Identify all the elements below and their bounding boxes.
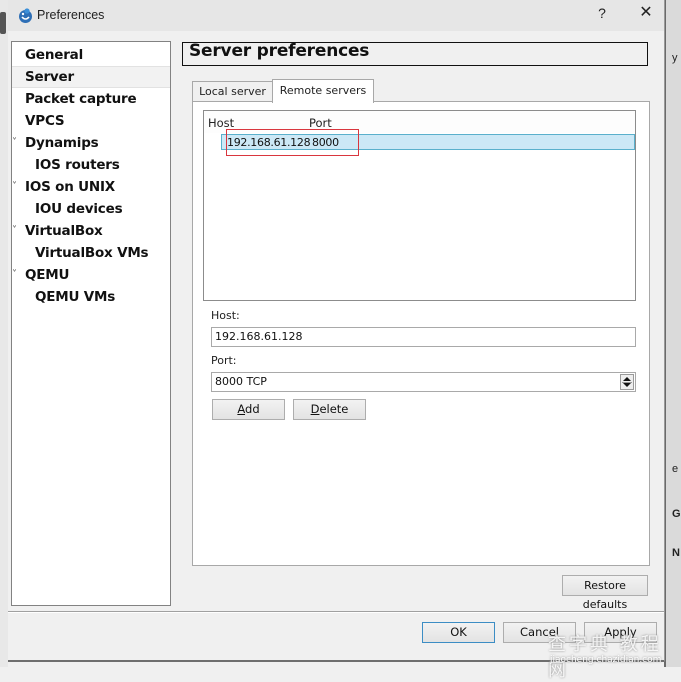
- chevron-down-icon[interactable]: ˅: [12, 132, 22, 154]
- sidebar-item-qemu[interactable]: ˅ QEMU: [12, 264, 170, 286]
- add-button[interactable]: Add: [212, 399, 285, 420]
- sidebar-item-label: General: [25, 47, 83, 63]
- sidebar-item-label: VirtualBox: [25, 223, 103, 239]
- add-mnemonic: A: [237, 402, 246, 416]
- restore-defaults-button[interactable]: Restore defaults: [562, 575, 648, 611]
- watermark-url: jiaocheng.chazidian.com: [550, 655, 662, 665]
- delete-button[interactable]: Delete: [293, 399, 366, 420]
- background-app-left-edge: [0, 0, 8, 667]
- sidebar-item-label: VirtualBox VMs: [35, 245, 149, 261]
- sidebar-item-qemu-vms[interactable]: QEMU VMs: [12, 286, 170, 308]
- sidebar-item-label: Server: [25, 69, 74, 85]
- sidebar-item-label: IOS on UNIX: [25, 179, 115, 195]
- sidebar-item-label: IOS routers: [35, 157, 120, 173]
- host-input[interactable]: 192.168.61.128: [211, 327, 636, 347]
- background-app-fragment: [0, 12, 6, 34]
- server-row[interactable]: 192.168.61.128 8000: [221, 134, 635, 150]
- column-header-port[interactable]: Port: [309, 116, 332, 130]
- delete-label-rest: elete: [319, 402, 349, 416]
- sidebar-item-label: VPCS: [25, 113, 65, 129]
- page-title-box: Server preferences: [182, 41, 648, 66]
- chevron-down-icon[interactable]: ˅: [12, 176, 22, 198]
- sidebar-item-virtualbox[interactable]: ˅ VirtualBox: [12, 220, 170, 242]
- sidebar-item-iou-devices[interactable]: IOU devices: [12, 198, 170, 220]
- help-button[interactable]: ?: [591, 3, 613, 25]
- host-label: Host:: [211, 309, 240, 322]
- spin-up-icon[interactable]: [623, 377, 631, 381]
- title-bar[interactable]: Preferences ? ✕: [8, 0, 664, 31]
- background-text-fragment: N: [672, 547, 680, 559]
- footer-divider: [8, 611, 664, 613]
- gns3-app-icon: [19, 8, 32, 23]
- chevron-down-icon[interactable]: ˅: [12, 264, 22, 286]
- close-icon: ✕: [639, 2, 653, 21]
- remote-server-list[interactable]: Host Port 192.168.61.128 8000: [203, 110, 636, 301]
- port-label: Port:: [211, 354, 237, 367]
- background-text-fragment: G: [672, 508, 681, 520]
- background-app-right-edge: y e G N: [664, 0, 681, 667]
- ok-button[interactable]: OK: [422, 622, 495, 643]
- sidebar-item-server[interactable]: Server: [12, 66, 170, 88]
- chevron-down-icon[interactable]: ˅: [12, 220, 22, 242]
- background-text-fragment: y: [672, 52, 678, 64]
- sidebar-item-label: Packet capture: [25, 91, 137, 107]
- sidebar-item-ios-routers[interactable]: IOS routers: [12, 154, 170, 176]
- sidebar-item-virtualbox-vms[interactable]: VirtualBox VMs: [12, 242, 170, 264]
- column-header-host[interactable]: Host: [208, 116, 234, 130]
- sidebar-item-general[interactable]: General: [12, 44, 170, 66]
- sidebar-item-label: QEMU: [25, 267, 70, 283]
- window-title: Preferences: [37, 8, 105, 22]
- sidebar-item-label: Dynamips: [25, 135, 99, 151]
- background-text-fragment: e: [672, 463, 679, 475]
- sidebar-item-label: QEMU VMs: [35, 289, 116, 305]
- port-spinbox[interactable]: 8000 TCP: [211, 372, 636, 392]
- spin-down-icon[interactable]: [623, 383, 631, 387]
- preferences-tree[interactable]: General Server Packet capture VPCS ˅ Dynamips…: [11, 41, 171, 606]
- sidebar-item-vpcs[interactable]: VPCS: [12, 110, 170, 132]
- page-title: Server preferences: [189, 41, 370, 61]
- server-row-host: 192.168.61.128: [227, 136, 311, 149]
- sidebar-item-ios-on-unix[interactable]: ˅ IOS on UNIX: [12, 176, 170, 198]
- port-spin-buttons[interactable]: [620, 374, 634, 390]
- tab-local-server[interactable]: Local server: [192, 81, 273, 101]
- close-button[interactable]: ✕: [630, 1, 662, 25]
- tab-remote-servers[interactable]: Remote servers: [272, 79, 374, 103]
- port-value: 8000 TCP: [215, 375, 267, 388]
- sidebar-item-packet-capture[interactable]: Packet capture: [12, 88, 170, 110]
- list-header: Host Port: [204, 111, 635, 133]
- add-label-rest: dd: [245, 402, 260, 416]
- sidebar-item-dynamips[interactable]: ˅ Dynamips: [12, 132, 170, 154]
- server-row-port: 8000: [312, 136, 339, 149]
- sidebar-item-label: IOU devices: [35, 201, 123, 217]
